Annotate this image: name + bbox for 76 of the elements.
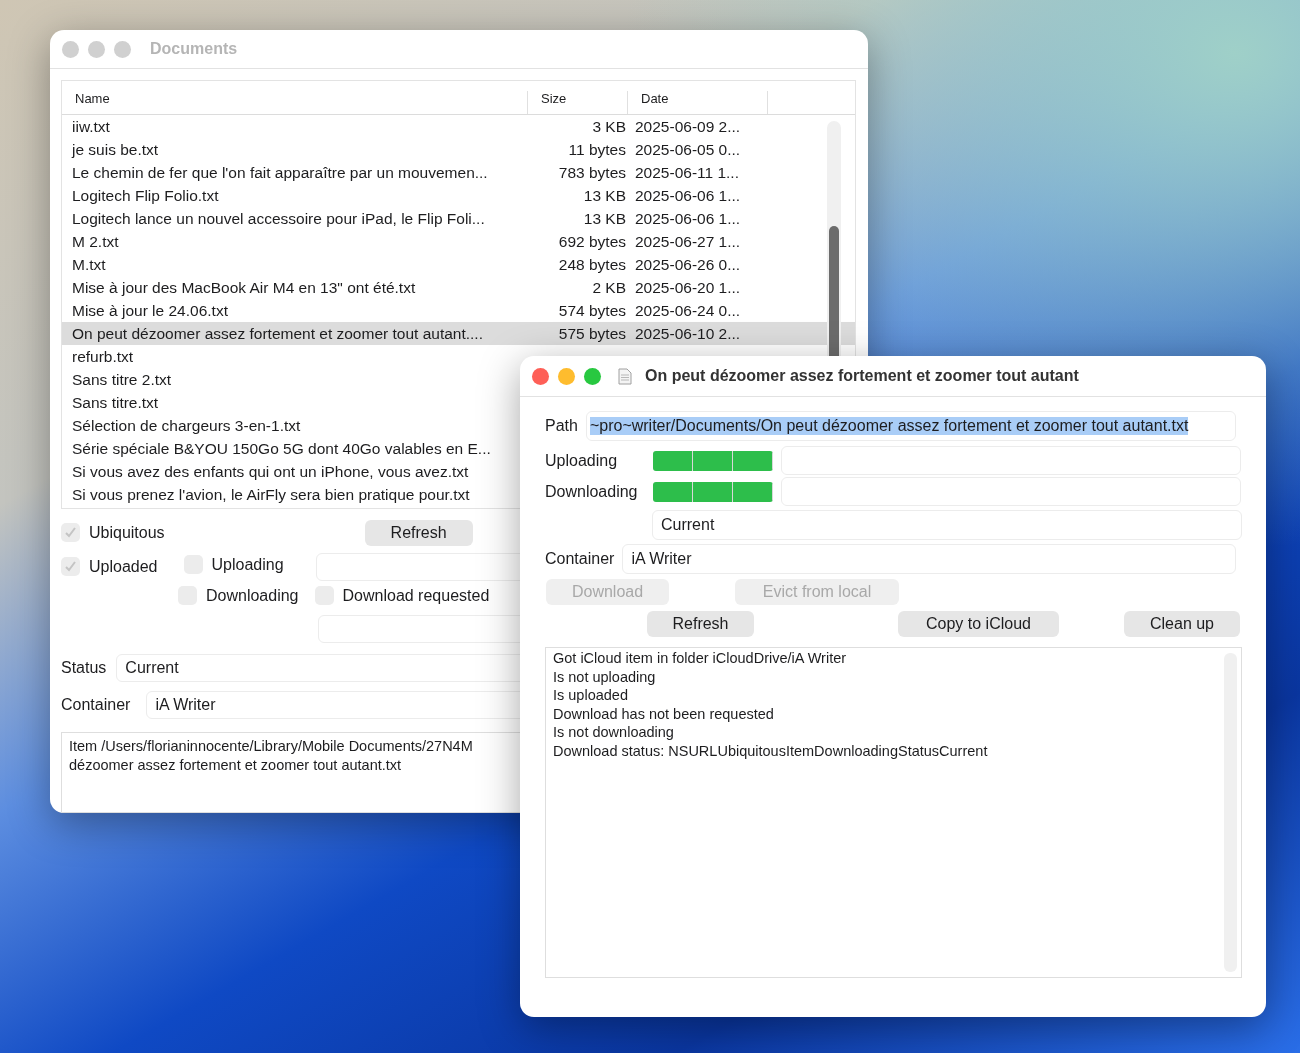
- file-date: 2025-06-06 1...: [634, 209, 742, 228]
- column-header[interactable]: Name: [62, 91, 528, 114]
- file-name: iiw.txt: [71, 117, 111, 136]
- checkbox[interactable]: Download requested: [314, 586, 490, 605]
- file-size: 575 bytes: [557, 324, 627, 343]
- file-row[interactable]: M 2.txt 692 bytes 2025-06-27 1...: [62, 230, 855, 253]
- container-field[interactable]: iA Writer: [622, 544, 1237, 574]
- file-name: Série spéciale B&YOU 150Go 5G dont 40Go valables en E...: [71, 439, 492, 458]
- checkbox[interactable]: Ubiquitous: [61, 523, 165, 542]
- column-header[interactable]: Date: [628, 91, 768, 114]
- file-name: M.txt: [71, 255, 107, 274]
- window-title: Documents: [150, 40, 238, 58]
- container-label: Container: [545, 550, 615, 568]
- log-text: Got iCloud item in folder iCloudDrive/iA Writer Is not uploading Is uploaded Download has not been requested Is not downloading Download status: NSURLUbiquitousItemDownloadingStatusCurrent: [545, 647, 1242, 978]
- checkbox[interactable]: Downloading: [178, 586, 299, 605]
- file-row[interactable]: Mise à jour des MacBook Air M4 en 13" ont été.txt 2 KB 2025-06-20 1...: [62, 276, 855, 299]
- file-name: Mise à jour des MacBook Air M4 en 13" ont été.txt: [71, 278, 417, 297]
- file-size: 2 KB: [591, 278, 627, 297]
- file-row[interactable]: On peut dézoomer assez fortement et zoomer tout autant.... 575 bytes 2025-06-10 2...: [62, 322, 855, 345]
- zoom-button[interactable]: [584, 367, 601, 385]
- file-row[interactable]: je suis be.txt 11 bytes 2025-06-05 0...: [62, 138, 855, 161]
- meter-label: Uploading: [545, 451, 619, 470]
- file-date: 2025-06-06 1...: [634, 186, 742, 205]
- action-button[interactable]: Clean up: [1124, 611, 1240, 637]
- file-date: 2025-06-26 0...: [634, 255, 742, 274]
- file-name: M 2.txt: [71, 232, 120, 251]
- action-button[interactable]: Copy to iCloud: [898, 611, 1059, 637]
- checkbox[interactable]: Uploading: [183, 555, 284, 574]
- file-size: 13 KB: [582, 186, 627, 205]
- file-name: Sans titre.txt: [71, 393, 160, 412]
- file-name: On peut dézoomer assez fortement et zoomer tout autant....: [71, 324, 484, 343]
- path-label: Path: [545, 417, 578, 435]
- file-date: 2025-06-11 1...: [634, 163, 740, 182]
- refresh-button[interactable]: Refresh: [364, 519, 473, 546]
- file-date: 2025-06-05 0...: [634, 140, 742, 159]
- file-size: 11 bytes: [567, 140, 627, 159]
- file-row[interactable]: Le chemin de fer que l'on fait apparaître par un mouvemen... 783 bytes 2025-06-11 1...: [62, 161, 855, 184]
- file-name: Logitech lance un nouvel accessoire pour iPad, le Flip Foli...: [71, 209, 486, 228]
- checkmark-icon: [64, 526, 77, 539]
- minimize-button[interactable]: [558, 367, 575, 385]
- checkbox[interactable]: Uploaded: [61, 557, 158, 576]
- file-name: Logitech Flip Folio.txt: [71, 186, 220, 205]
- file-size: 3 KB: [591, 117, 627, 136]
- zoom-button[interactable]: [114, 40, 131, 58]
- meter-label: Downloading: [545, 482, 639, 501]
- file-size: 692 bytes: [557, 232, 627, 251]
- file-name: Le chemin de fer que l'on fait apparaître par un mouvemen...: [71, 163, 489, 182]
- path-field[interactable]: ~pro~writer/Documents/On peut dézoomer assez fortement et zoomer tout autant.txt: [585, 411, 1236, 441]
- file-row[interactable]: Logitech lance un nouvel accessoire pour iPad, le Flip Foli... 13 KB 2025-06-06 1...: [62, 207, 855, 230]
- file-size: 783 bytes: [557, 163, 627, 182]
- file-date: 2025-06-27 1...: [634, 232, 742, 251]
- file-name: refurb.txt: [71, 347, 135, 366]
- action-button[interactable]: Refresh: [647, 611, 754, 637]
- file-date: 2025-06-24 0...: [634, 301, 742, 320]
- file-size: 574 bytes: [557, 301, 627, 320]
- file-row[interactable]: M.txt 248 bytes 2025-06-26 0...: [62, 253, 855, 276]
- file-name: je suis be.txt: [70, 140, 160, 159]
- minimize-button[interactable]: [88, 40, 105, 58]
- file-size: 13 KB: [582, 209, 627, 228]
- status-label: Status: [61, 659, 107, 677]
- column-header[interactable]: Size: [528, 91, 628, 114]
- close-button[interactable]: [532, 367, 549, 385]
- file-size: 248 bytes: [557, 255, 627, 274]
- checkmark-icon: [64, 560, 77, 573]
- file-row[interactable]: iiw.txt 3 KB 2025-06-09 2...: [62, 115, 855, 138]
- file-name: Mise à jour le 24.06.txt: [71, 301, 229, 320]
- document-icon: [618, 367, 632, 385]
- file-date: 2025-06-10 2...: [634, 324, 742, 343]
- file-date: 2025-06-20 1...: [634, 278, 742, 297]
- close-button[interactable]: [62, 40, 79, 58]
- file-row[interactable]: Logitech Flip Folio.txt 13 KB 2025-06-06 1...: [62, 184, 855, 207]
- file-date: 2025-06-09 2...: [634, 117, 742, 136]
- container-label: Container: [61, 696, 131, 714]
- file-row[interactable]: Mise à jour le 24.06.txt 574 bytes 2025-06-24 0...: [62, 299, 855, 322]
- status-field[interactable]: Current: [652, 510, 1242, 540]
- window-title: On peut dézoomer assez fortement et zoomer tout autant: [645, 367, 1079, 385]
